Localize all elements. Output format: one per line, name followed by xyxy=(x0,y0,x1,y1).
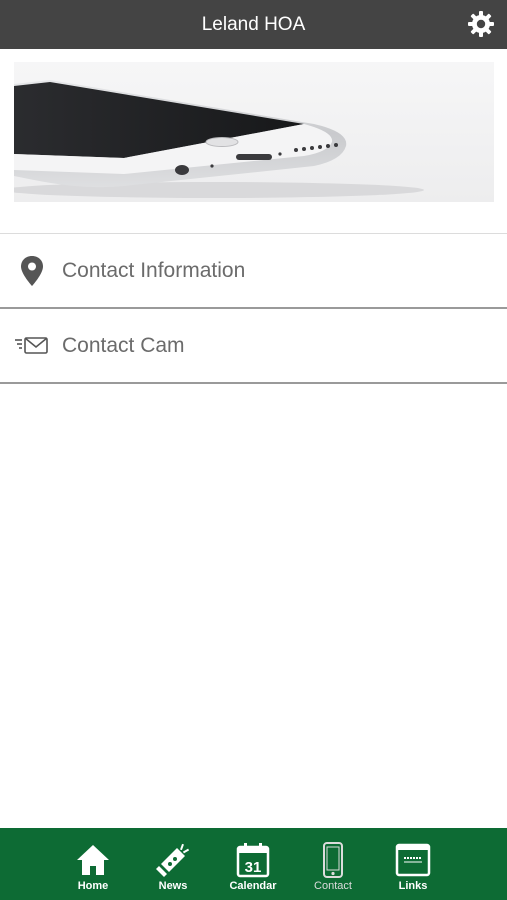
app-header: Leland HOA xyxy=(0,0,507,49)
tab-calendar-label: Calendar xyxy=(229,880,277,892)
page-title: Leland HOA xyxy=(201,14,306,35)
tab-calendar[interactable]: 31 Calendar xyxy=(213,828,293,900)
contact-information-item[interactable]: Contact Information xyxy=(0,234,507,309)
tab-home[interactable]: Home xyxy=(53,828,133,900)
calendar-icon-day: 31 xyxy=(245,859,262,876)
phone-icon xyxy=(323,842,343,878)
tab-contact[interactable]: Contact xyxy=(293,828,373,900)
tab-links[interactable]: Links xyxy=(373,828,453,900)
bottom-tab-bar: Home News 31 Calendar Contact Links xyxy=(0,828,507,900)
tab-news-label: News xyxy=(158,880,188,892)
contact-cam-item[interactable]: Contact Cam xyxy=(0,309,507,384)
smartphone-photo xyxy=(14,80,424,198)
contact-information-label: Contact Information xyxy=(62,259,246,282)
settings-button[interactable] xyxy=(467,10,495,38)
envelope-icon xyxy=(15,337,48,354)
home-icon xyxy=(77,845,109,875)
contact-cam-label: Contact Cam xyxy=(62,334,185,357)
tab-news[interactable]: News xyxy=(133,828,213,900)
map-pin-icon xyxy=(21,256,43,286)
calendar-icon: 31 xyxy=(236,843,270,878)
hero-image xyxy=(14,62,494,202)
tab-contact-label: Contact xyxy=(314,880,352,892)
tab-home-label: Home xyxy=(77,880,109,892)
contact-menu-list: Contact Information Contact Cam xyxy=(0,233,507,384)
megaphone-icon xyxy=(156,843,190,877)
tab-links-label: Links xyxy=(398,880,428,892)
gear-icon xyxy=(468,11,494,37)
browser-icon xyxy=(395,843,431,877)
